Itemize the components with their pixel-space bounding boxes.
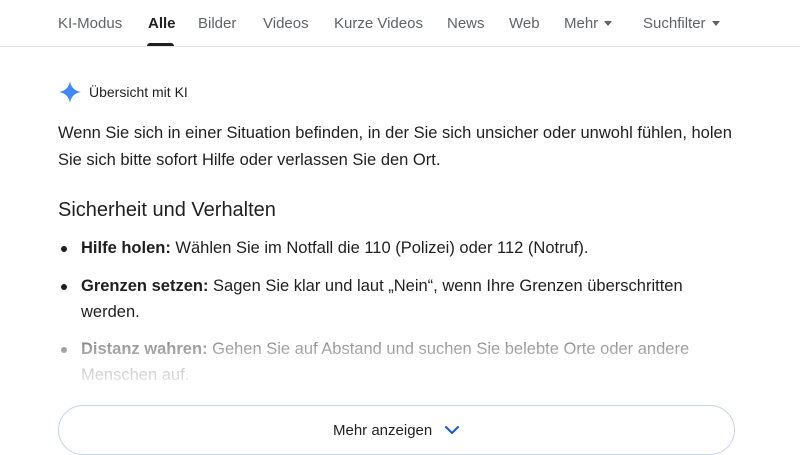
show-more-button[interactable]: Mehr anzeigen [58,405,735,455]
tab-suchfilter[interactable]: Suchfilter [643,15,720,32]
tab-news[interactable]: News [447,15,485,32]
tab-kurze-videos[interactable]: Kurze Videos [334,15,423,32]
show-more-label: Mehr anzeigen [333,422,433,439]
bullet-dot [61,246,67,252]
tab-web[interactable]: Web [509,15,540,32]
list-item: Grenzen setzen: Sagen Sie klar und laut … [58,273,738,325]
bullet-title: Grenzen setzen: [81,277,209,295]
bullet-dot [61,347,67,353]
section-title: Sicherheit und Verhalten [58,199,276,221]
ai-overview-label: Übersicht mit KI [89,84,188,100]
bullet-title: Hilfe holen: [81,239,171,257]
tab-mehr[interactable]: Mehr [564,15,613,32]
chevron-down-icon [445,426,459,434]
tab-bilder[interactable]: Bilder [198,15,236,32]
dropdown-caret-icon [711,20,720,26]
bullet-title: Distanz wahren: [81,340,208,358]
list-item: Distanz wahren: Gehen Sie auf Abstand un… [58,336,738,388]
tab-alle[interactable]: Alle [148,15,176,32]
tab-ki-modus[interactable]: KI-Modus [58,15,122,32]
tab-videos[interactable]: Videos [263,15,309,32]
ai-overview-intro: Wenn Sie sich in einer Situation befinde… [58,124,732,169]
tab-mehr-label: Mehr [564,15,599,32]
sparkle-icon [59,81,81,103]
active-tab-indicator [147,43,174,46]
tab-suchfilter-label: Suchfilter [643,15,706,32]
dropdown-caret-icon [604,20,613,26]
list-item: Hilfe holen: Wählen Sie im Notfall die 1… [58,235,738,261]
search-tabs-bar: KI-Modus Alle Bilder Videos Kurze Videos… [0,0,800,47]
bullet-text: Wählen Sie im Notfall die 110 (Polizei) … [170,239,589,257]
bullet-dot [61,284,67,290]
